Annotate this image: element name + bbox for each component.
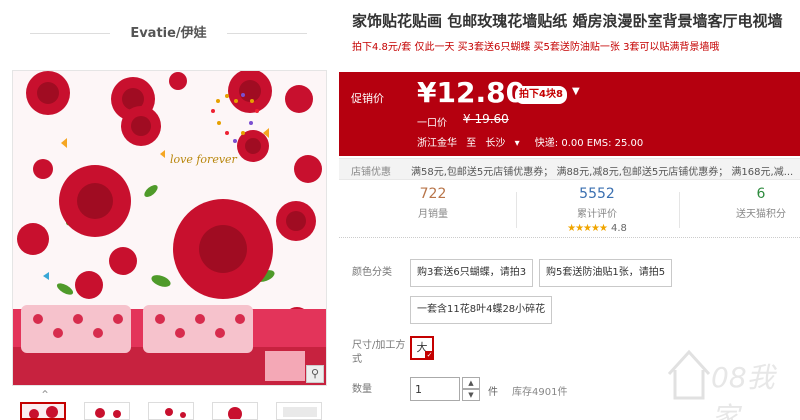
ship-to-city: 长沙 (485, 138, 506, 149)
color-option[interactable]: 一套含11花8叶4蝶28小碎花 (410, 296, 553, 324)
thumbnail[interactable] (212, 402, 258, 420)
zoom-icon[interactable]: ⚲ (306, 365, 324, 383)
rose-wall-illustration: love forever (13, 71, 326, 385)
thumbnail-strip (15, 402, 330, 420)
color-option[interactable]: 购5套送防油贴1张，请拍5 (539, 259, 673, 287)
check-icon: ✓ (425, 351, 434, 360)
stock-count: 库存4901件 (512, 387, 568, 398)
watermark-text: 08我家 (711, 361, 775, 420)
thumbnail-image (85, 403, 129, 419)
color-option[interactable]: 购3套送6只蝴蝶，请拍3 (410, 259, 534, 287)
tmall-points-value: 6 (756, 186, 766, 202)
coupon-text[interactable]: 满58元,包邮送5元店铺优惠券； 满88元,减8元,包邮送5元店铺优惠券； 满1… (411, 163, 799, 178)
shop-name[interactable]: Evatie/伊娃 (0, 22, 337, 41)
stats-row: 722 月销量 5552 累计评价 ★★★★★ 4.8 6 送天猫积分 (339, 182, 800, 238)
quantity-unit: 件 (488, 387, 498, 398)
shop-divider-right (227, 33, 307, 34)
ship-to-label: 至 (466, 138, 477, 149)
product-title: 家饰贴花贴画 包邮玫瑰花墙贴纸 婚房浪漫卧室背景墙客厅电视墙 (352, 12, 783, 30)
ship-from: 浙江金华 (417, 138, 457, 149)
chevron-down-icon: ▾ (514, 138, 520, 149)
chevron-up-icon[interactable]: ⌃ (40, 388, 50, 402)
thumbnail-image (277, 403, 321, 419)
monthly-sales-value: 722 (419, 186, 447, 202)
review-count[interactable]: 5552 累计评价 ★★★★★ 4.8 (537, 186, 657, 234)
shipping-fee: 快递: 0.00 EMS: 25.00 (534, 138, 644, 149)
review-count-value: 5552 (579, 186, 615, 202)
rating-value: 4.8 (610, 223, 627, 234)
gallery-column: Evatie/伊娃 love forever ⚲ ⌃ (0, 0, 337, 420)
tmall-points: 6 送天猫积分 (701, 186, 800, 220)
quantity-increase-button[interactable]: ▲ (462, 377, 480, 389)
size-option-label: 尺寸/加工方式 (352, 340, 406, 365)
color-option-label: 颜色分类 (352, 267, 392, 278)
stat-divider (679, 192, 680, 228)
stat-divider (516, 192, 517, 228)
thumbnail[interactable] (148, 402, 194, 420)
product-subtitle: 拍下4.8元/套 仅此一天 买3套送6只蝴蝶 买5套送防油贴一张 3套可以贴满背… (352, 42, 720, 53)
quantity-label: 数量 (352, 384, 372, 395)
love-forever-caption: love forever (170, 153, 238, 166)
promo-price-label: 促销价 (351, 92, 384, 105)
tmall-points-label: 送天猫积分 (736, 209, 786, 220)
coupon-label: 店铺优惠 (351, 167, 391, 178)
watermark: 08我家 (665, 340, 800, 420)
shipping-info: 浙江金华 至 长沙 ▾ 快递: 0.00 EMS: 25.00 (417, 134, 649, 149)
ship-to-select[interactable]: 长沙 ▾ (485, 138, 525, 149)
rating-line: ★★★★★ 4.8 (537, 223, 657, 234)
promo-price: ¥12.80 (417, 76, 526, 109)
review-count-label: 累计评价 (577, 209, 617, 220)
quantity-input[interactable] (410, 377, 460, 401)
star-icon: ★★★★★ (567, 223, 608, 234)
chevron-down-icon[interactable]: ▼ (572, 86, 580, 97)
thumbnail[interactable] (84, 402, 130, 420)
thumbnail-image (22, 404, 64, 418)
shop-coupon-bar: 店铺优惠 满58元,包邮送5元店铺优惠券； 满88元,减8元,包邮送5元店铺优惠… (339, 158, 800, 180)
quantity-decrease-button[interactable]: ▼ (462, 389, 480, 401)
monthly-sales: 722 月销量 (373, 186, 493, 220)
thumbnail[interactable] (276, 402, 322, 420)
promo-badge[interactable]: 拍下4块8 (515, 86, 567, 104)
product-main-image[interactable]: love forever ⚲ (12, 70, 327, 386)
price-panel: 促销价 ¥12.80 拍下4块8 ▼ 一口价 ¥ 19.60 浙江金华 至 长沙… (339, 72, 800, 156)
thumbnail-image (149, 403, 193, 419)
product-page: Evatie/伊娃 love forever ⚲ ⌃ 家饰贴花贴画 包邮玫瑰花墙… (0, 0, 800, 420)
watermark-house-icon (667, 349, 711, 400)
thumbnail-image (213, 403, 257, 419)
thumbnail[interactable] (20, 402, 66, 420)
original-price-label: 一口价 (417, 118, 447, 129)
monthly-sales-label: 月销量 (418, 209, 448, 220)
original-price: ¥ 19.60 (463, 112, 509, 126)
size-option-selected[interactable]: 大 ✓ (410, 336, 434, 360)
